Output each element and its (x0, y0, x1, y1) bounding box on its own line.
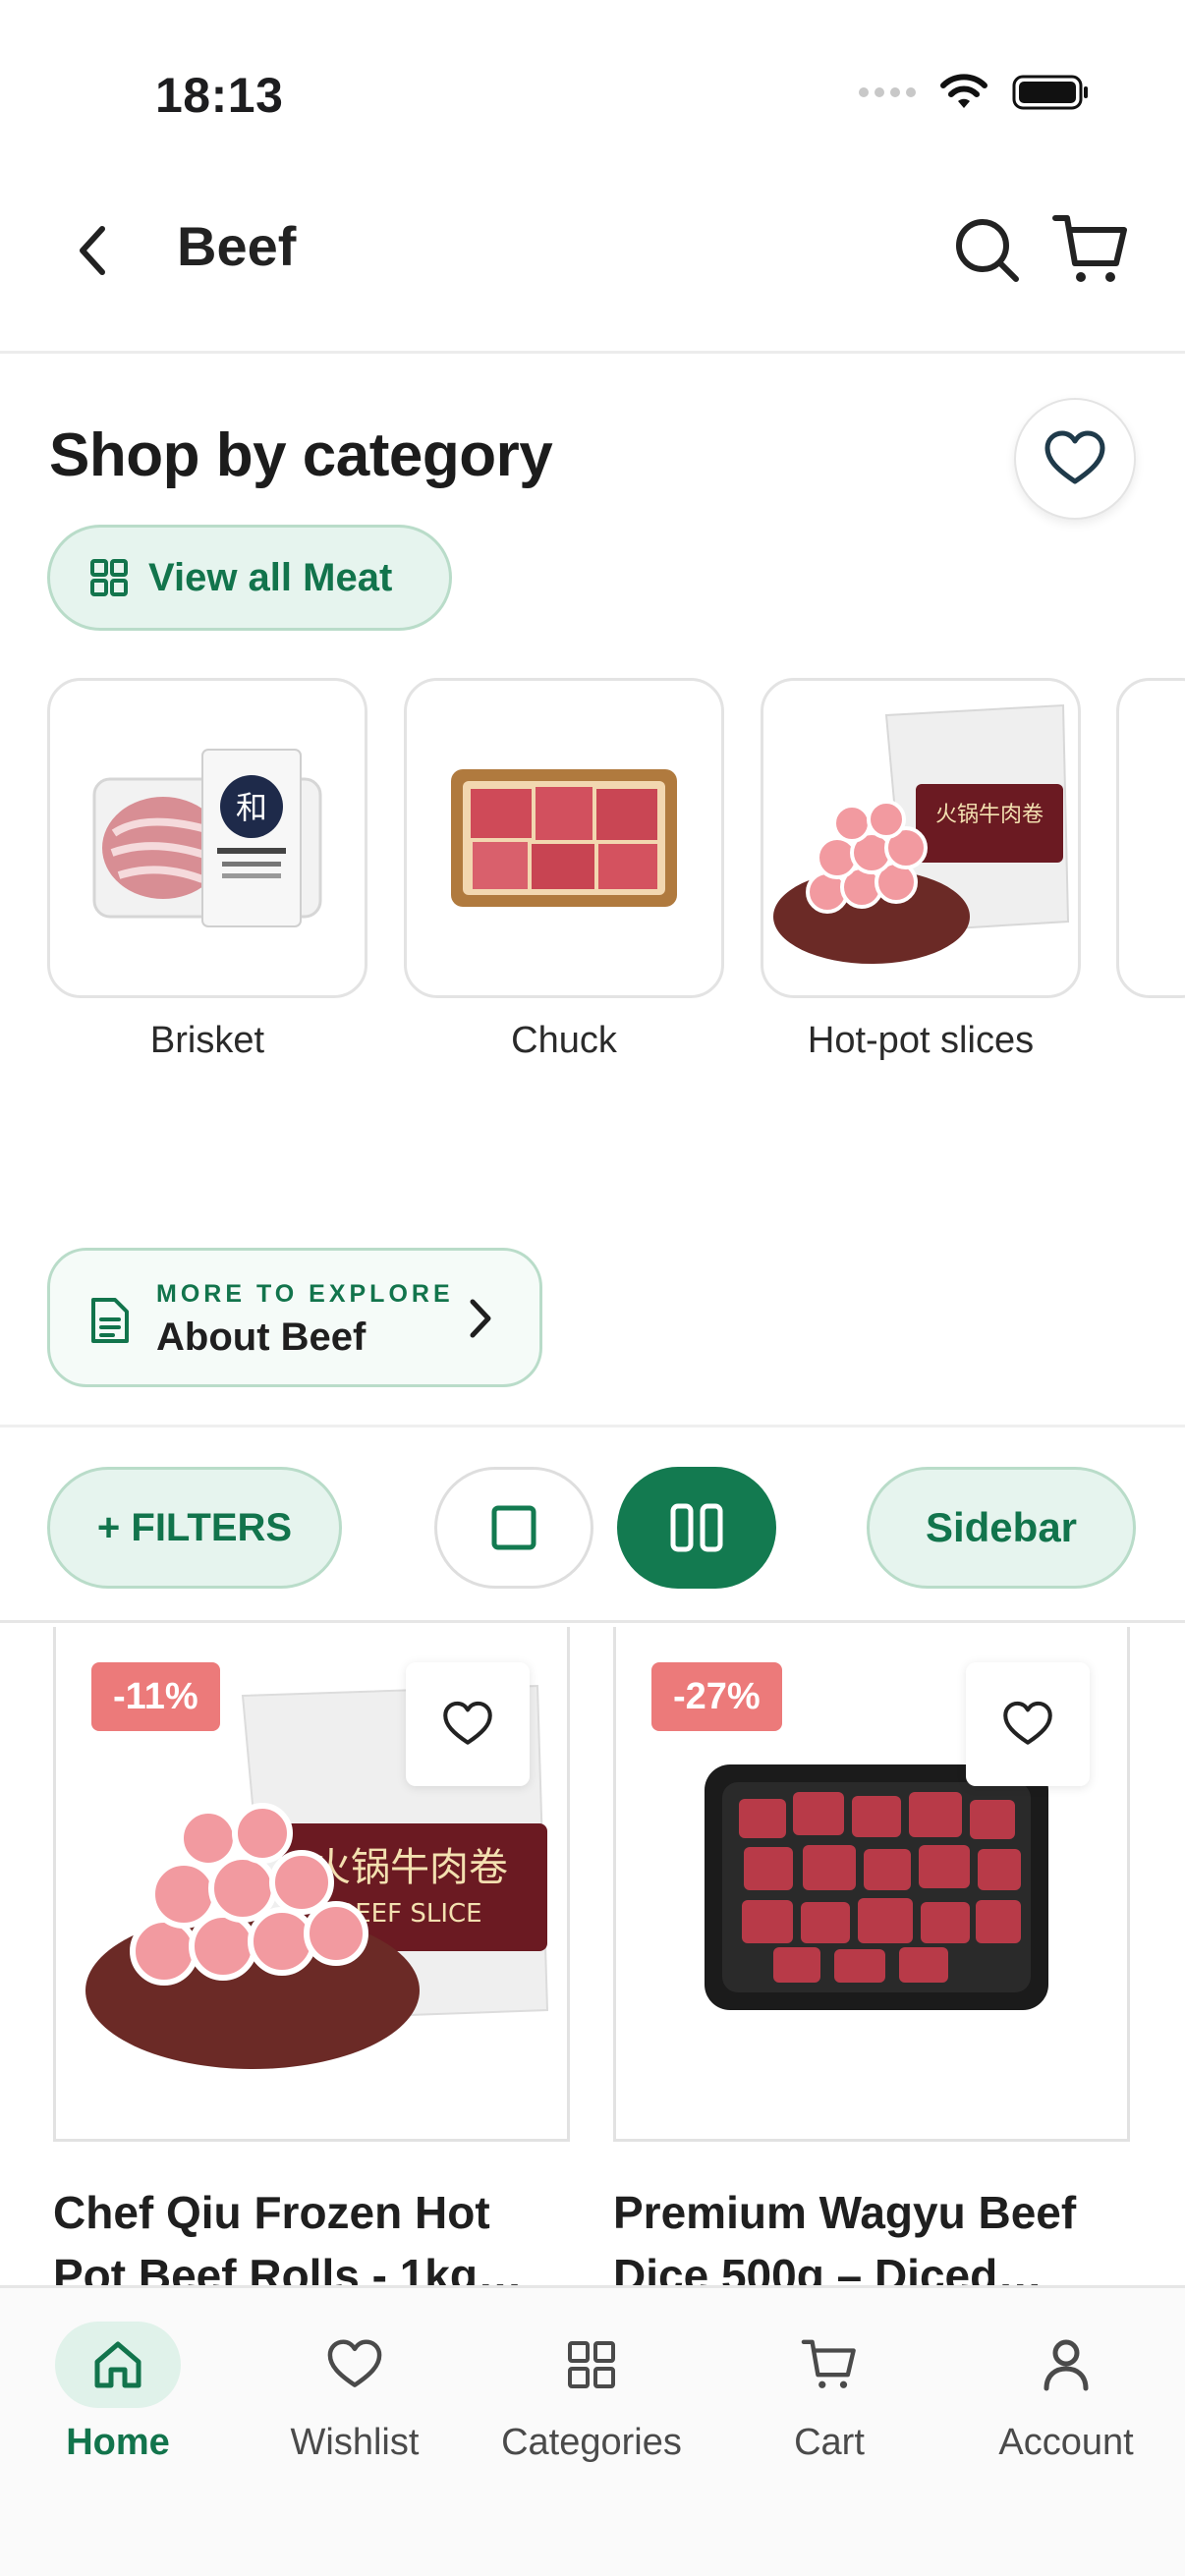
svg-text:和: 和 (236, 789, 267, 826)
view-all-meat-button[interactable]: View all Meat (47, 525, 452, 631)
product-card[interactable]: -27% Premium Wagyu Beef Dice 500g – Dice… (613, 1627, 1130, 2307)
grid-view-toggle[interactable] (617, 1467, 776, 1589)
bottom-navigation: Home Wishlist Categories Cart Account (0, 2285, 1185, 2576)
search-icon (956, 219, 1019, 282)
nav-label: Wishlist (290, 2422, 420, 2463)
listing-toolbar: + FILTERS Sidebar (0, 1425, 1185, 1623)
chevron-right-icon (470, 1299, 491, 1338)
category-item-hotpot-slices[interactable]: 火锅牛肉卷 Hot-pot slices (761, 678, 1081, 1062)
nav-label: Cart (794, 2422, 865, 2463)
nav-icon-container (529, 2322, 654, 2408)
discount-badge: -11% (91, 1662, 220, 1731)
category-card[interactable]: 和 (47, 678, 367, 998)
cart-icon (801, 2339, 856, 2388)
heart-icon (1044, 430, 1105, 484)
category-label: Hot-pot slices (807, 1020, 1035, 1061)
status-icons (859, 73, 1091, 112)
home-icon (94, 2341, 141, 2388)
explore-kicker: MORE TO EXPLORE (156, 1280, 454, 1308)
heart-icon (327, 2339, 382, 2387)
cart-button[interactable] (1051, 210, 1130, 289)
hotpot-rolls-image: 火锅牛肉卷 (773, 703, 1070, 964)
category-label: Chuck (511, 1020, 617, 1061)
page-title: Beef (177, 215, 297, 277)
top-app-bar: Beef (0, 187, 1185, 354)
nav-account[interactable]: Account (958, 2322, 1174, 2498)
two-column-icon (670, 1503, 723, 1552)
heart-icon (1003, 1701, 1052, 1745)
person-icon (1044, 2339, 1089, 2391)
signal-icon (859, 87, 916, 97)
nav-cart[interactable]: Cart (721, 2322, 937, 2498)
category-card[interactable] (404, 678, 724, 998)
nav-home[interactable]: Home (10, 2322, 226, 2498)
square-icon (491, 1505, 536, 1550)
cart-icon (1052, 215, 1127, 282)
nav-label: Categories (501, 2422, 682, 2463)
wishlist-fab[interactable] (1014, 398, 1136, 520)
section-title-shop-by-category: Shop by category (49, 421, 553, 489)
explore-title: About Beef (156, 1316, 367, 1359)
wifi-icon (940, 74, 988, 108)
nav-label: Home (66, 2422, 170, 2463)
grid-icon (568, 2341, 615, 2388)
back-button[interactable] (63, 216, 122, 285)
nav-icon-container (1003, 2322, 1129, 2408)
nav-categories[interactable]: Categories (483, 2322, 700, 2498)
nav-icon-container (55, 2322, 181, 2408)
sidebar-button[interactable]: Sidebar (867, 1467, 1136, 1589)
category-item-chuck[interactable]: Chuck (404, 678, 724, 1062)
nav-icon-container (292, 2322, 418, 2408)
svg-text:火锅牛肉卷: 火锅牛肉卷 (935, 803, 1044, 827)
single-column-view-toggle[interactable] (434, 1467, 593, 1589)
grid-icon (90, 559, 128, 596)
chevron-left-icon (80, 226, 105, 275)
svg-text:火锅牛肉卷: 火锅牛肉卷 (311, 1845, 508, 1890)
chuck-tray-image (451, 769, 677, 907)
category-card[interactable]: 火锅牛肉卷 (761, 678, 1081, 998)
filters-button[interactable]: + FILTERS (47, 1467, 342, 1589)
product-wishlist-button[interactable] (406, 1662, 530, 1786)
category-item-brisket[interactable]: 和 Brisket (47, 678, 367, 1062)
document-icon (91, 1298, 129, 1343)
status-time: 18:13 (155, 68, 284, 123)
product-image[interactable]: -27% (613, 1627, 1130, 2142)
category-label: Brisket (149, 1020, 265, 1061)
nav-wishlist[interactable]: Wishlist (247, 2322, 463, 2498)
product-card[interactable]: 火锅牛肉卷 BEEF SLICE -11% Chef Qiu Frozen Ho… (53, 1627, 570, 2307)
category-card-peek[interactable] (1116, 678, 1185, 998)
nav-label: Account (998, 2422, 1134, 2463)
product-wishlist-button[interactable] (966, 1662, 1090, 1786)
heart-icon (443, 1701, 492, 1745)
status-bar: 18:13 (0, 0, 1185, 177)
discount-badge: -27% (651, 1662, 782, 1731)
brisket-package-image: 和 (92, 749, 322, 927)
nav-icon-container (766, 2322, 892, 2408)
search-button[interactable] (953, 216, 1022, 285)
product-image[interactable]: 火锅牛肉卷 BEEF SLICE -11% (53, 1627, 570, 2142)
battery-icon (1012, 75, 1088, 110)
view-all-label: View all Meat (148, 555, 393, 599)
about-beef-card[interactable]: MORE TO EXPLORE About Beef (47, 1248, 542, 1387)
